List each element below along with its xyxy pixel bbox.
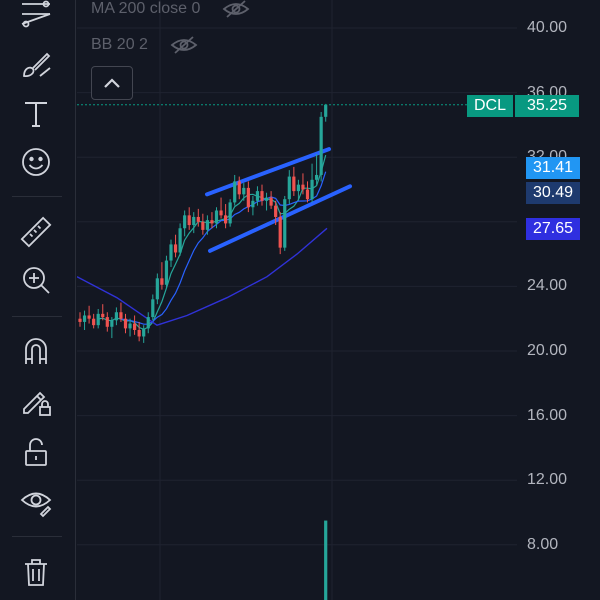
grid [77,0,517,600]
price-tag: 31.41 [526,157,580,179]
eye-crossed-icon[interactable] [222,0,250,19]
candle-body [137,330,141,337]
symbol-tag: DCL [467,95,513,117]
candle-body [201,221,205,230]
candle-body [324,104,328,117]
candle-body [187,215,191,226]
indicator-label: BB 20 2 [91,36,148,53]
trend-line-icon[interactable] [8,0,64,36]
candle-body [296,184,300,192]
chevron-up-icon [104,78,120,88]
candle-body [274,205,278,217]
price-tag: 27.65 [526,218,580,240]
volume-bars [324,520,328,600]
eye-visibility-icon[interactable] [8,478,64,522]
text-icon[interactable] [8,91,64,135]
candle-body [210,220,214,224]
ma-slow-line [77,227,328,326]
collapse-legend-button[interactable] [91,66,133,100]
candle-body [237,181,241,195]
candle-body [246,187,250,208]
candle-body [78,318,82,322]
candle-body [305,189,310,200]
candle-body [133,323,137,331]
candle-body [123,318,128,329]
channel-drawing[interactable] [205,147,352,253]
price-tick-label: 20.00 [527,342,568,359]
eye-crossed-icon[interactable] [170,35,198,55]
lock-drawing-icon[interactable] [8,379,64,423]
candle-body [173,244,178,253]
price-tick-label: 16.00 [527,406,568,424]
candle-body [301,184,305,190]
unlock-icon[interactable] [8,430,64,474]
candle-body [196,216,200,222]
ruler-icon[interactable] [8,210,64,254]
candle-body [164,260,169,285]
candle-body [128,323,132,329]
toolbar-separator [12,196,62,197]
zoom-in-icon[interactable] [8,258,64,302]
chart-pane[interactable]: MA 200 close 0 BB 20 2 40.0036.0032.0024… [77,0,600,600]
candle-body [287,176,291,200]
candle-body [142,328,146,337]
candle-body [228,202,232,224]
drawing-toolbar [0,0,76,600]
emoji-icon[interactable] [8,140,64,184]
candles [78,103,328,343]
brush-icon[interactable] [8,42,64,86]
candle-body [233,181,237,203]
candle-body [105,317,109,327]
candle-body [155,278,159,300]
candle-body [315,174,319,180]
candle-body [92,318,96,326]
candle-body [119,312,123,319]
candle-body [251,200,255,208]
toolbar-separator [12,536,62,537]
price-tick-label: 8.00 [527,535,559,553]
candle-body [278,216,282,248]
candle-body [260,191,264,201]
ma-fast-line [98,154,327,331]
candle-body [146,317,150,329]
candle-body [264,197,269,201]
last-price-tag: 35.25 [515,95,579,117]
price-tick-label: 24.00 [527,277,568,295]
candle-body [151,299,155,318]
trash-icon[interactable] [8,550,64,594]
candle-body [214,210,219,224]
indicator-label: MA 200 close 0 [91,0,201,17]
candle-body [101,313,105,318]
indicator-ma200[interactable]: MA 200 close 0 [91,0,250,22]
toolbar-separator [12,316,62,317]
price-tick-label: 40.00 [527,19,568,36]
magnet-icon[interactable] [8,329,64,373]
price-tag: 30.49 [526,182,580,204]
volume-bar [324,520,328,600]
candle-body [310,179,314,200]
candle-body [292,176,296,192]
candle-body [160,278,164,285]
candle-body [242,187,246,195]
price-plot[interactable] [77,0,600,600]
candle-body [269,197,273,206]
candle-body [192,216,196,226]
candle-body [219,210,223,216]
candle-body [224,215,228,224]
candle-body [183,215,187,229]
price-tick-label: 12.00 [527,471,568,489]
candle-body [87,315,91,319]
candle-body [114,312,118,321]
candle-body [205,220,209,230]
candle-body [82,315,87,322]
candle-body [283,199,287,248]
indicator-bb[interactable]: BB 20 2 [91,32,198,58]
candle-body [319,116,323,175]
candle-body [169,244,173,261]
candle-body [255,191,260,201]
candle-body [110,320,114,327]
candle-body [178,228,182,253]
candle-body [96,313,100,326]
